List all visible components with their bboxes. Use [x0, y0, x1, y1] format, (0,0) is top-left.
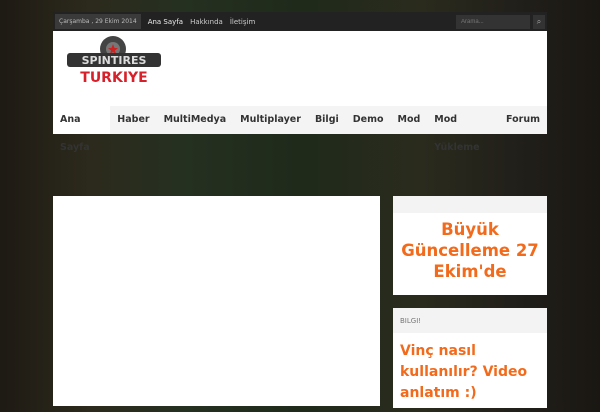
nav-ana-sayfa[interactable]: Ana Sayfa	[53, 106, 111, 153]
svg-text:SPINTIRES: SPINTIRES	[82, 54, 147, 67]
widget-header	[393, 196, 547, 213]
post-link[interactable]: Vinç nasıl kullanılır? Video anlatım :)	[393, 333, 547, 412]
sidebar-widget-info: BILGI! Vinç nasıl kullanılır? Video anla…	[393, 308, 547, 408]
nav-bilgi[interactable]: Bilgi	[308, 106, 346, 134]
top-link-contact[interactable]: İletişim	[230, 18, 255, 26]
search-icon[interactable]: ⌕	[533, 14, 545, 29]
nav-mod[interactable]: Mod	[391, 106, 428, 134]
widget-header: BILGI!	[393, 308, 547, 333]
nav-mod-yukleme[interactable]: Mod Yükleme	[427, 106, 499, 153]
nav-multiplayer[interactable]: Multiplayer	[233, 106, 308, 134]
main-nav: Ana Sayfa Haber MultiMedya Multiplayer B…	[53, 106, 547, 153]
nav-demo[interactable]: Demo	[346, 106, 391, 134]
date-display: Çarşamba , 29 Ekim 2014	[55, 14, 141, 29]
top-link-home[interactable]: Ana Sayfa	[148, 18, 183, 26]
top-link-about[interactable]: Hakkında	[190, 18, 223, 26]
announcement-title[interactable]: Büyük Güncelleme 27 Ekim'de	[393, 213, 547, 282]
site-header: SPINTIRES TURKIYE	[53, 31, 547, 106]
top-bar: Çarşamba , 29 Ekim 2014 Ana Sayfa Hakkın…	[53, 12, 547, 31]
search-input[interactable]	[456, 14, 530, 29]
site-logo[interactable]: SPINTIRES TURKIYE	[65, 35, 163, 87]
nav-haber[interactable]: Haber	[110, 106, 156, 134]
svg-text:TURKIYE: TURKIYE	[80, 70, 147, 86]
main-content	[53, 196, 380, 406]
nav-forum[interactable]: Forum	[499, 106, 547, 134]
nav-multimedya[interactable]: MultiMedya	[157, 106, 234, 134]
sidebar-widget-announcement: Büyük Güncelleme 27 Ekim'de	[393, 196, 547, 295]
